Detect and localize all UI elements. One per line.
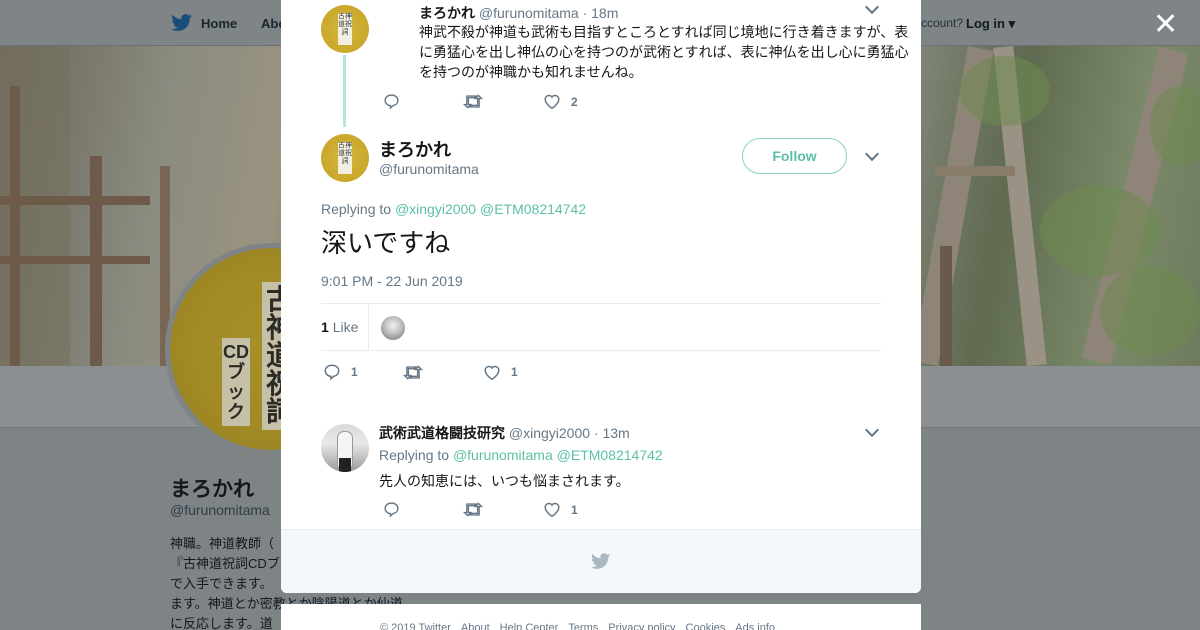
like-action[interactable]: 1 <box>543 501 623 518</box>
tweet-header: 武術武道格闘技研究 @xingyi2000 · 13m <box>379 423 630 443</box>
tweet-time[interactable]: · 13m <box>594 425 630 441</box>
tweet-header: まろかれ @furunomitama · 18m <box>419 3 618 23</box>
footer-link-ads[interactable]: Ads info <box>735 622 775 630</box>
mention-link[interactable]: @ETM08214742 <box>480 201 586 217</box>
thread-connector-line <box>343 55 346 127</box>
tweet-stats: 1 Like <box>321 303 881 351</box>
reply-action[interactable] <box>383 93 463 110</box>
tweet-avatar[interactable] <box>321 424 369 472</box>
reply-icon <box>323 363 341 381</box>
tweet-author-handle[interactable]: @furunomitama <box>479 5 579 21</box>
tweet-time[interactable]: · 18m <box>583 5 619 21</box>
profile-handle: @furunomitama <box>170 502 270 518</box>
tweet-author-name[interactable]: まろかれ <box>379 136 451 162</box>
main-tweet-header: 古神道祝詞 まろかれ @furunomitama Follow <box>321 134 881 194</box>
mention-link[interactable]: @xingyi2000 <box>395 201 476 217</box>
tweet-author-name[interactable]: まろかれ <box>419 5 475 21</box>
modal-footer <box>281 529 921 593</box>
footer-copyright: © 2019 Twitter <box>380 622 451 630</box>
chevron-down-icon[interactable] <box>864 422 880 438</box>
footer-link-cookies[interactable]: Cookies <box>686 622 726 630</box>
tweet-avatar[interactable]: 古神道祝詞 <box>321 134 369 182</box>
stats-divider <box>368 304 369 351</box>
follow-button[interactable]: Follow <box>742 138 847 174</box>
footer-link-help[interactable]: Help Center <box>500 622 559 630</box>
footer-link-privacy[interactable]: Privacy policy <box>608 622 675 630</box>
tweet-text: 先人の知恵には、いつも悩まされます。 <box>379 473 630 489</box>
avatar-label: 古神道祝詞 <box>338 13 352 45</box>
page-footer: © 2019 Twitter About Help Center Terms P… <box>281 604 921 630</box>
mention-link[interactable]: @furunomitama <box>453 447 553 463</box>
footer-link-terms[interactable]: Terms <box>568 622 598 630</box>
likes-label: Like <box>332 319 359 335</box>
like-action[interactable]: 1 <box>483 364 563 381</box>
tweet-author-handle[interactable]: @xingyi2000 <box>509 425 590 441</box>
retweet-icon <box>403 364 423 381</box>
like-count: 1 <box>511 365 518 379</box>
likes-count: 1 <box>321 319 329 335</box>
replying-prefix: Replying to <box>379 447 450 463</box>
tweet-actions: 2 <box>383 93 623 110</box>
tweet-author-handle[interactable]: @furunomitama <box>379 161 479 177</box>
footer-link-about[interactable]: About <box>461 622 490 630</box>
likes-stat[interactable]: 1 Like <box>321 319 358 335</box>
replying-prefix: Replying to <box>321 201 392 217</box>
chevron-down-icon[interactable] <box>864 146 880 162</box>
reply-action[interactable] <box>383 501 463 518</box>
main-tweet-text: 深いですね <box>321 228 451 258</box>
chevron-down-icon[interactable] <box>864 0 880 15</box>
main-tweet-actions: 1 1 <box>323 363 563 381</box>
heart-icon <box>543 93 561 110</box>
reply-action[interactable]: 1 <box>323 363 403 381</box>
retweet-icon <box>463 501 483 518</box>
close-modal-button[interactable]: ✕ <box>1153 10 1178 40</box>
login-label: Log in <box>966 16 1005 31</box>
tweet-author-name[interactable]: 武術武道格闘技研究 <box>379 425 505 441</box>
like-count: 2 <box>571 94 578 109</box>
twitter-bird-icon <box>171 14 193 32</box>
home-label: Home <box>201 15 238 31</box>
tweet-text: 神武不殺が神道も武術も目指すところとすれば同じ境地に行き着きますが、表に勇猛心を… <box>419 24 909 80</box>
tweet-avatar[interactable]: 古神道祝詞 <box>321 5 369 53</box>
retweet-action[interactable] <box>463 93 543 110</box>
avatar-subtitle-text: CDブック <box>222 338 250 426</box>
tweet-detail-modal: 古神道祝詞 まろかれ @furunomitama · 18m 神武不殺が神道も武… <box>281 0 921 593</box>
mention-link[interactable]: @ETM08214742 <box>557 447 663 463</box>
heart-icon <box>543 501 561 518</box>
reply-count: 1 <box>351 365 358 379</box>
reply-icon <box>383 501 400 518</box>
login-link[interactable]: Log in ▾ <box>966 16 1015 32</box>
account-prompt: ccount? <box>921 16 964 30</box>
liker-avatar[interactable] <box>381 316 405 340</box>
replying-to: Replying to @xingyi2000 @ETM08214742 <box>321 201 586 217</box>
replying-to: Replying to @furunomitama @ETM08214742 <box>379 447 663 463</box>
retweet-action[interactable] <box>403 364 483 381</box>
heart-icon <box>483 364 501 381</box>
avatar-label: 古神道祝詞 <box>338 142 352 174</box>
avatar-figure-legs <box>339 458 351 472</box>
reply-icon <box>383 93 400 110</box>
like-count: 1 <box>571 502 578 517</box>
home-link[interactable]: Home <box>171 14 237 32</box>
tweet-timestamp[interactable]: 9:01 PM - 22 Jun 2019 <box>321 273 463 289</box>
profile-name: まろかれ <box>170 478 254 501</box>
reply-tweet-actions: 1 <box>383 501 623 518</box>
twitter-bird-icon <box>591 553 611 570</box>
caret-down-icon: ▾ <box>1005 16 1016 31</box>
retweet-action[interactable] <box>463 501 543 518</box>
retweet-icon <box>463 93 483 110</box>
like-action[interactable]: 2 <box>543 93 623 110</box>
